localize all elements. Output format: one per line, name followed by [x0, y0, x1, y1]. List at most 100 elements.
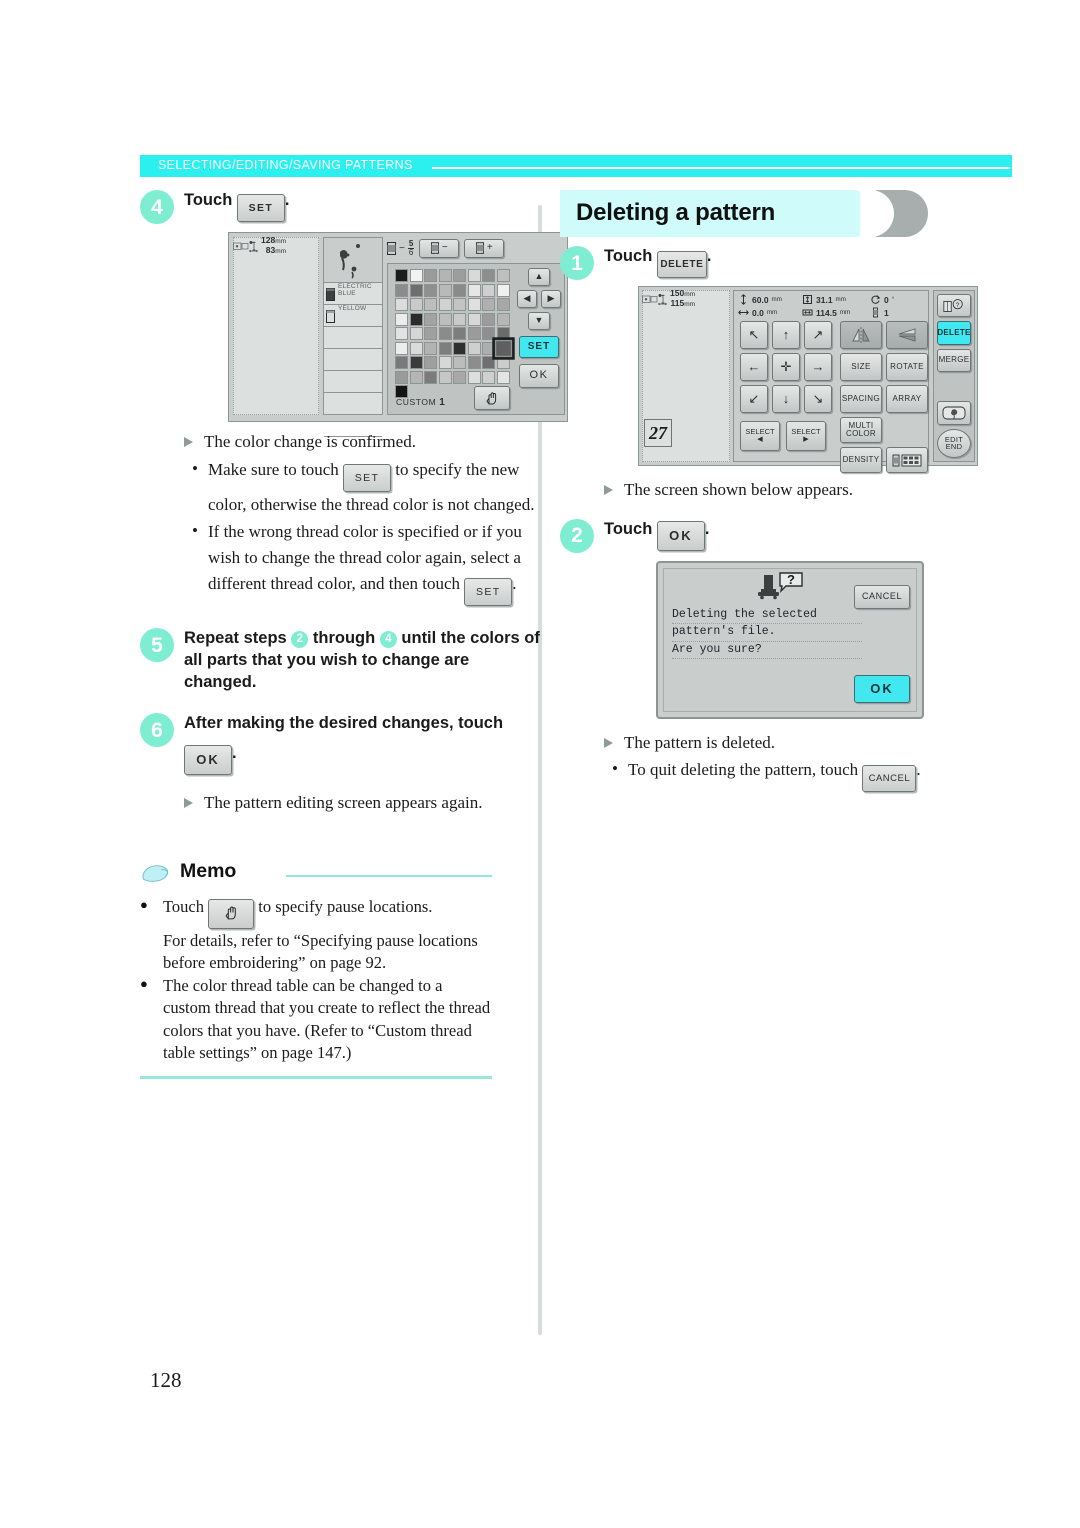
ok-key-step2[interactable]: OK	[656, 520, 705, 551]
set-key-note1[interactable]: SET	[343, 463, 392, 492]
color-swatch[interactable]	[496, 283, 510, 297]
ok-key-step6[interactable]: OK	[184, 745, 232, 776]
thread-row-5[interactable]	[324, 371, 382, 393]
set-key-step4[interactable]: SET	[236, 194, 285, 222]
color-swatch[interactable]	[424, 283, 437, 297]
color-swatch[interactable]	[424, 298, 437, 311]
color-swatch[interactable]	[453, 298, 466, 311]
merge-button[interactable]: MERGE	[937, 348, 971, 373]
hand-key-memo[interactable]	[208, 898, 255, 929]
color-swatch[interactable]	[395, 283, 408, 297]
array-button[interactable]: ARRAY	[886, 385, 928, 413]
move-center-button[interactable]: ✛	[772, 353, 800, 381]
color-swatch[interactable]	[409, 298, 423, 311]
color-swatch[interactable]	[496, 269, 510, 282]
color-swatch[interactable]	[482, 341, 495, 355]
mirror-vertical-button[interactable]	[840, 321, 882, 349]
color-swatch[interactable]	[438, 356, 452, 369]
palette-nav-up[interactable]: ▲	[528, 268, 550, 286]
move-down-left-button[interactable]: ↙	[740, 385, 768, 413]
color-swatch[interactable]	[438, 341, 452, 355]
pause-location-button[interactable]	[474, 386, 510, 410]
palette-nav-down[interactable]: ▼	[528, 312, 550, 330]
color-swatch[interactable]	[409, 327, 423, 340]
color-swatch[interactable]	[482, 298, 495, 311]
color-swatch[interactable]	[409, 269, 423, 282]
move-up-left-button[interactable]: ↖	[740, 321, 768, 349]
color-swatch[interactable]	[482, 327, 495, 340]
color-swatch-grid[interactable]	[395, 269, 515, 398]
color-swatch[interactable]	[496, 298, 510, 311]
guide-book-button[interactable]: ?	[937, 294, 971, 318]
color-swatch[interactable]	[438, 269, 452, 282]
color-swatch[interactable]	[482, 269, 495, 282]
move-up-right-button[interactable]: ↗	[804, 321, 832, 349]
palette-nav-right[interactable]: ▶	[541, 290, 561, 308]
color-swatch[interactable]	[467, 298, 481, 311]
cancel-key-note[interactable]: CANCEL	[862, 765, 917, 793]
color-swatch[interactable]	[453, 370, 466, 384]
color-swatch[interactable]	[453, 356, 466, 369]
dialog-ok-button[interactable]: OK	[854, 674, 910, 703]
edit-end-button[interactable]: EDIT END	[937, 428, 971, 458]
density-button[interactable]: DENSITY	[840, 447, 882, 473]
color-swatch[interactable]	[424, 370, 437, 384]
color-swatch[interactable]	[409, 283, 423, 297]
color-swatch[interactable]	[491, 336, 515, 360]
move-down-button[interactable]: ↓	[772, 385, 800, 413]
color-swatch[interactable]	[409, 356, 423, 369]
move-right-button[interactable]: →	[804, 353, 832, 381]
rotate-button[interactable]: ROTATE	[886, 353, 928, 381]
color-swatch[interactable]	[395, 327, 408, 340]
color-swatch[interactable]	[496, 327, 510, 340]
color-swatch[interactable]	[467, 283, 481, 297]
color-swatch[interactable]	[424, 341, 437, 355]
color-swatch[interactable]	[453, 269, 466, 282]
color-swatch[interactable]	[395, 341, 408, 355]
color-swatch[interactable]	[424, 312, 437, 326]
color-swatch[interactable]	[496, 370, 510, 384]
color-swatch[interactable]	[395, 356, 408, 369]
size-button[interactable]: SIZE	[840, 353, 882, 381]
color-swatch[interactable]	[453, 312, 466, 326]
delete-key-step1[interactable]: DELETE	[656, 251, 707, 278]
select-next-button[interactable]: SELECT ▶	[786, 421, 826, 451]
color-swatch[interactable]	[409, 370, 423, 384]
color-swatch[interactable]	[409, 312, 423, 326]
color-swatch[interactable]	[482, 356, 495, 369]
color-swatch[interactable]	[496, 356, 510, 369]
palette-set-button[interactable]: SET	[519, 336, 559, 358]
color-swatch[interactable]	[467, 341, 481, 355]
color-swatch[interactable]	[496, 312, 510, 326]
color-swatch[interactable]	[453, 327, 466, 340]
preview-button[interactable]	[937, 401, 971, 425]
move-up-button[interactable]: ↑	[772, 321, 800, 349]
color-swatch[interactable]	[467, 312, 481, 326]
mirror-horizontal-button[interactable]	[886, 321, 928, 349]
delete-button[interactable]: DELETE	[937, 321, 971, 345]
set-key-note2[interactable]: SET	[464, 578, 513, 607]
palette-ok-button[interactable]: OK	[519, 364, 559, 388]
color-swatch[interactable]	[395, 312, 408, 326]
color-swatch[interactable]	[467, 356, 481, 369]
color-swatch[interactable]	[482, 312, 495, 326]
color-swatch[interactable]	[424, 269, 437, 282]
spacing-button[interactable]: SPACING	[840, 385, 882, 413]
thread-row-1[interactable]: ELECTRIC BLUE	[324, 283, 382, 305]
thread-row-3[interactable]	[324, 327, 382, 349]
color-swatch[interactable]	[424, 356, 437, 369]
thread-row-4[interactable]	[324, 349, 382, 371]
dialog-cancel-button[interactable]: CANCEL	[854, 584, 910, 609]
thread-row-6[interactable]	[324, 393, 382, 415]
color-swatch[interactable]	[482, 283, 495, 297]
color-swatch[interactable]	[438, 370, 452, 384]
color-swatch[interactable]	[395, 269, 408, 282]
multi-color-button[interactable]: MULTI COLOR	[840, 417, 882, 443]
move-left-button[interactable]: ←	[740, 353, 768, 381]
color-swatch[interactable]	[438, 283, 452, 297]
color-swatch[interactable]	[467, 370, 481, 384]
color-swatch[interactable]	[424, 327, 437, 340]
color-swatch[interactable]	[482, 370, 495, 384]
color-swatch[interactable]	[438, 298, 452, 311]
color-swatch[interactable]	[467, 327, 481, 340]
